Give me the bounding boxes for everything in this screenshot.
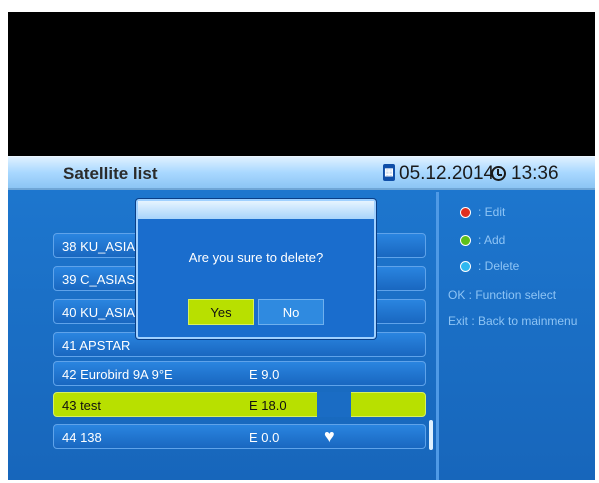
tv-screen: Satellite list ▦ 05.12.2014 13:36 38 KU_…: [8, 12, 595, 480]
calendar-icon: ▦: [383, 164, 395, 181]
page-title: Satellite list: [63, 164, 158, 183]
satellite-name: 42 Eurobird 9A 9°E: [62, 367, 173, 382]
yes-button[interactable]: Yes: [188, 299, 254, 325]
satellite-name: 40 KU_ASIA: [62, 305, 135, 320]
satellite-name: 39 C_ASIAS: [62, 272, 135, 287]
delete-confirm-dialog: Are you sure to delete? Yes No: [136, 199, 376, 339]
satellite-row-selected[interactable]: 43 test E 18.0: [53, 392, 426, 417]
date-display: 05.12.2014: [399, 163, 495, 184]
satellite-position: E 9.0: [249, 367, 280, 382]
panel-divider: [436, 192, 439, 480]
satellite-name: 41 APSTAR: [62, 338, 131, 353]
satellite-position: E 0.0: [249, 430, 280, 445]
heart-icon: ♥: [324, 426, 335, 446]
no-button[interactable]: No: [258, 299, 324, 325]
clock-icon: [491, 166, 506, 181]
help-ok: OK : Function select: [448, 288, 557, 302]
satellite-position: E 18.0: [249, 398, 287, 413]
help-exit: Exit : Back to mainmenu: [448, 314, 578, 328]
help-edit: : Edit: [478, 205, 506, 219]
green-key-icon: [460, 235, 471, 246]
selection-gap: [317, 392, 351, 417]
scrollbar-thumb[interactable]: [429, 420, 433, 450]
satellite-row[interactable]: 44 138 E 0.0 ♥: [53, 424, 426, 449]
satellite-name: 44 138: [62, 430, 102, 445]
help-delete: : Delete: [478, 259, 520, 273]
header-bar: Satellite list ▦ 05.12.2014 13:36: [8, 156, 595, 190]
satellite-name: 43 test: [62, 398, 102, 413]
dialog-message: Are you sure to delete?: [188, 250, 324, 265]
red-key-icon: [460, 207, 471, 218]
dialog-titlebar: [138, 201, 374, 219]
satellite-name: 38 KU_ASIA: [62, 239, 135, 254]
time-display: 13:36: [511, 163, 559, 184]
help-add: : Add: [478, 233, 506, 247]
blue-key-icon: [460, 261, 471, 272]
satellite-row[interactable]: 42 Eurobird 9A 9°E E 9.0: [53, 361, 426, 386]
